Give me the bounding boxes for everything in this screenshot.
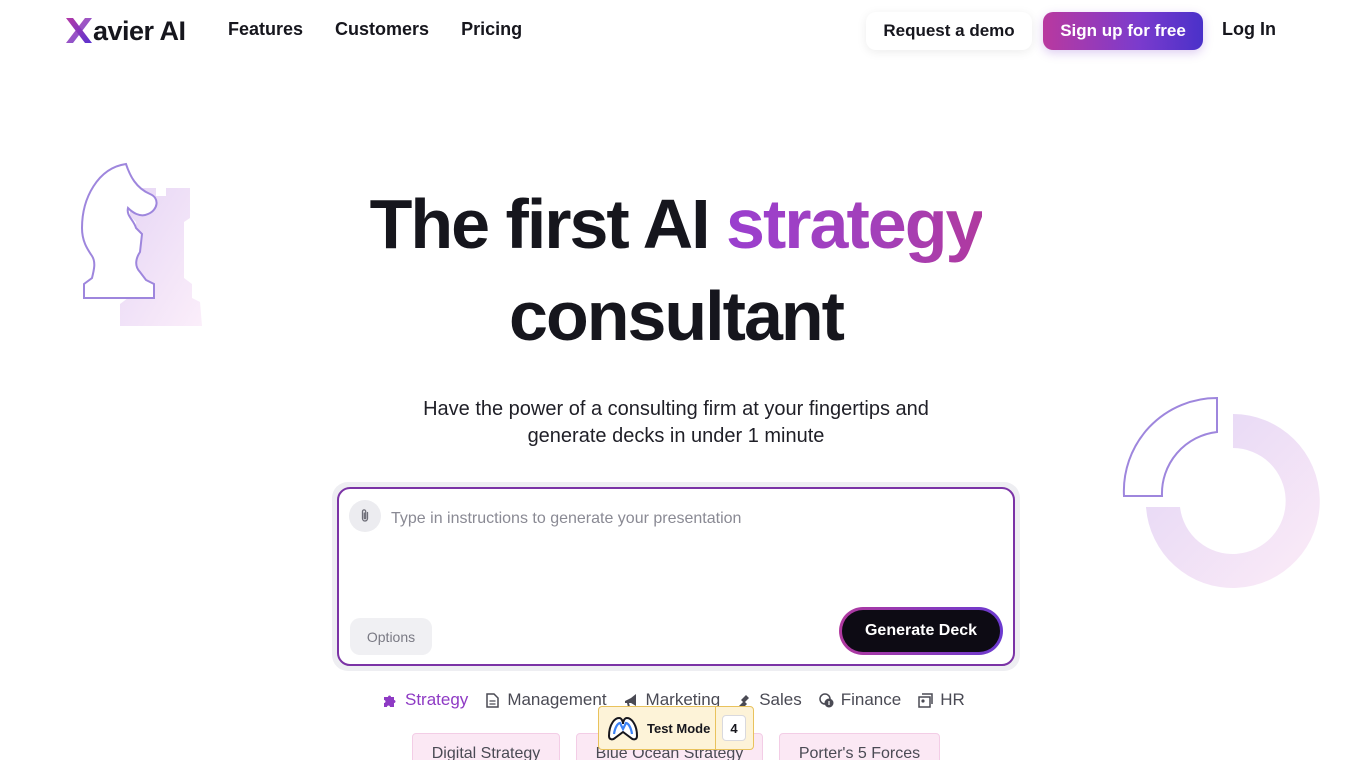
suggestion-porters-5-forces[interactable]: Porter's 5 Forces	[779, 733, 940, 760]
hero-subtitle: Have the power of a consulting firm at y…	[376, 396, 976, 450]
login-link[interactable]: Log In	[1222, 19, 1276, 40]
test-mode-divider	[715, 707, 716, 749]
test-mode-count: 4	[722, 715, 746, 741]
donut-chart-decoration	[1122, 396, 1320, 588]
test-mode-logo-icon	[607, 716, 639, 741]
test-mode-badge[interactable]: Test Mode 4	[598, 706, 754, 750]
tab-management-label: Management	[507, 690, 607, 709]
request-demo-button[interactable]: Request a demo	[866, 12, 1032, 50]
tab-hr[interactable]: HR	[917, 690, 965, 710]
signup-button[interactable]: Sign up for free	[1043, 12, 1203, 50]
hero-subtitle-line1: Have the power of a consulting firm at y…	[423, 398, 929, 420]
tab-management[interactable]: Management	[484, 690, 607, 710]
tab-strategy[interactable]: Strategy	[382, 690, 468, 710]
nav-links: Features Customers Pricing	[228, 19, 522, 40]
tab-strategy-label: Strategy	[405, 690, 469, 709]
nav-features[interactable]: Features	[228, 19, 303, 40]
tab-finance[interactable]: Finance	[818, 690, 901, 710]
prompt-input[interactable]	[391, 505, 951, 533]
nav-customers[interactable]: Customers	[335, 19, 429, 40]
options-button[interactable]: Options	[350, 618, 432, 655]
puzzle-icon	[382, 692, 399, 709]
hero-title-part1: The first AI	[369, 185, 727, 263]
hero-title: The first AI strategy	[0, 182, 1352, 266]
tab-hr-label: HR	[940, 690, 965, 709]
coins-icon	[818, 692, 835, 709]
logo-x-icon	[66, 18, 92, 43]
test-mode-label: Test Mode	[647, 720, 711, 736]
document-icon	[484, 692, 501, 709]
hero-subtitle-line2: generate decks in under 1 minute	[527, 425, 825, 447]
attach-button[interactable]	[349, 500, 381, 532]
tab-sales-label: Sales	[759, 690, 802, 709]
hero-title-accent: strategy	[726, 185, 984, 263]
prompt-box: Options Generate Deck	[337, 487, 1015, 666]
people-icon	[917, 692, 934, 709]
suggestion-digital-strategy[interactable]: Digital Strategy	[412, 733, 560, 760]
logo[interactable]: avier AI	[64, 14, 186, 46]
paperclip-icon	[361, 509, 369, 522]
logo-text: avier AI	[93, 15, 186, 46]
nav-pricing[interactable]: Pricing	[461, 19, 522, 40]
generate-deck-label: Generate Deck	[842, 610, 1000, 652]
tab-finance-label: Finance	[840, 690, 902, 709]
top-nav: avier AI Features Customers Pricing Requ…	[0, 0, 1352, 62]
hero-title-line2: consultant	[509, 277, 845, 355]
generate-deck-button[interactable]: Generate Deck	[839, 607, 1003, 655]
